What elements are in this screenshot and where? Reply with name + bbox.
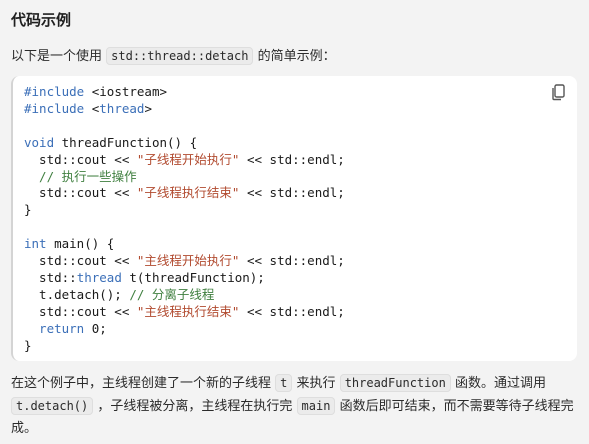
code-content: #include <iostream> #include <thread> vo… [24,84,345,353]
intro-after: 的简单示例： [257,49,336,64]
outro-text-a: 在这个例子中，主线程创建了一个新的子线程 [11,376,272,391]
outro-paragraph: 在这个例子中，主线程创建了一个新的子线程 t 来执行 threadFunctio… [11,372,577,440]
outro-text-b: 来执行 [296,376,336,391]
copy-button[interactable] [549,82,569,102]
copy-icon [552,84,565,101]
outro-code-detach: t.detach() [11,397,94,415]
code-block: #include <iostream> #include <thread> vo… [11,76,577,361]
section-title: 代码示例 [11,11,72,29]
intro-text: 以下是一个使用 std::thread::detach 的简单示例： [11,45,336,68]
page: 代码示例 以下是一个使用 std::thread::detach 的简单示例： … [0,0,589,444]
outro-code-main: main [296,397,336,415]
intro-before: 以下是一个使用 [11,49,103,64]
intro-inline-code: std::thread::detach [106,47,254,65]
outro-code-t: t [275,374,293,392]
outro-text-c: 函数。通过调用 [454,376,546,391]
outro-text-d: ，子线程被分离，主线程在执行完 [97,399,293,414]
outro-code-threadfunction: threadFunction [339,374,451,392]
outro-text-e: 函数后即可结束，而不需要等待子线程完成。 [11,399,574,436]
